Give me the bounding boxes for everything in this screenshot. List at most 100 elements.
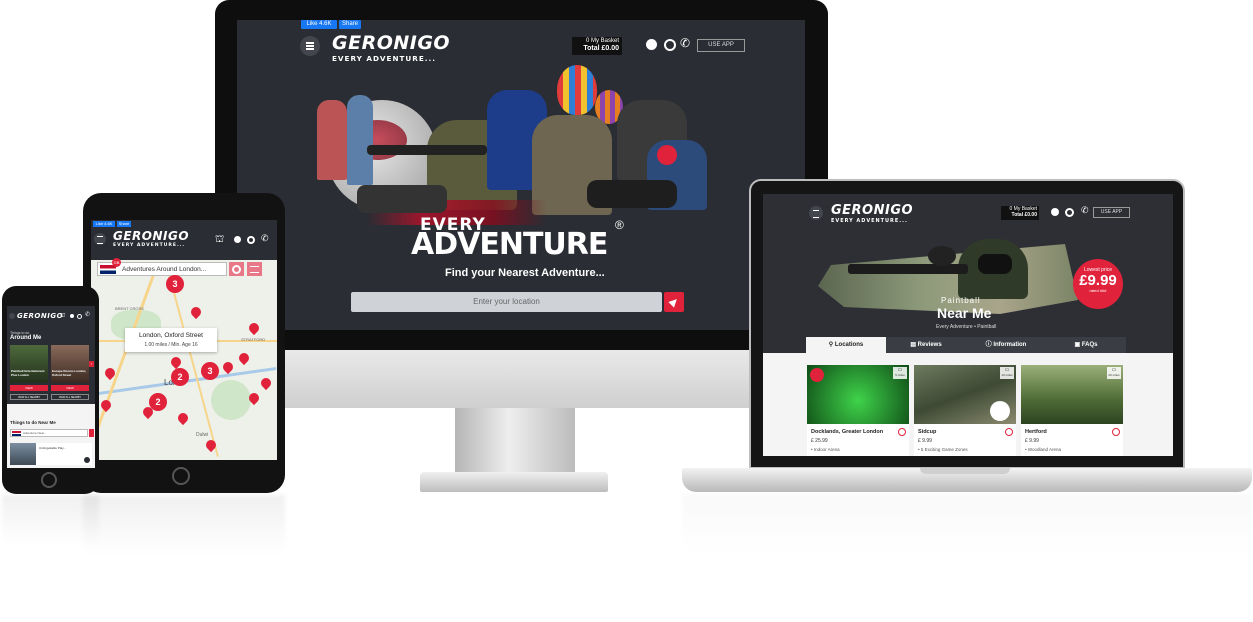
map-pin-icon[interactable]	[175, 410, 191, 426]
menu-button[interactable]	[9, 313, 15, 319]
location-card[interactable]: ▭ 5 miles Docklands, Greater London £ 25.…	[807, 365, 909, 456]
search-value: Adventures Around London...	[122, 266, 207, 273]
geronigo-logo[interactable]: GERONIGO EVERY ADVENTURE...	[113, 229, 189, 248]
phone-icon[interactable]: ✆	[261, 233, 269, 244]
facebook-like-button[interactable]: Like 4.6K	[93, 221, 115, 227]
registered-mark: ®	[615, 218, 624, 232]
map-pin-icon[interactable]	[236, 350, 252, 366]
chat-icon[interactable]	[84, 457, 90, 463]
distance-text: 5 miles	[895, 373, 905, 377]
carousel-next-button[interactable]: ›	[89, 361, 94, 367]
basket-total: Total £0.00	[1011, 212, 1037, 218]
crosshair-icon	[232, 265, 241, 274]
card-price: £ 25.99	[811, 438, 828, 444]
map-pin-icon[interactable]	[246, 320, 262, 336]
menu-button[interactable]	[300, 36, 320, 56]
tab-locations[interactable]: ⚲ Locations	[806, 337, 886, 353]
geronigo-logo[interactable]: GERONIGO EVERY ADVENTURE...	[332, 32, 450, 63]
search-icon[interactable]	[1065, 208, 1074, 217]
feature-text: 5 Exciting Game Zones	[920, 447, 968, 452]
view-all-nearby-button[interactable]: VIEW ALL NEARBY	[10, 394, 48, 400]
map-cluster[interactable]: 3	[166, 275, 184, 293]
account-icon[interactable]	[1051, 208, 1059, 216]
target-location-button[interactable]	[229, 262, 244, 276]
view-button[interactable]: VIEW	[51, 385, 89, 391]
adventure-search-input[interactable]: GB Adventures Around London...	[97, 258, 227, 276]
location-search-placeholder: Enter your location	[473, 297, 540, 306]
flag-badge: GB	[112, 258, 121, 267]
map-pin-icon[interactable]	[98, 397, 114, 413]
uk-flag-icon	[12, 431, 21, 436]
activity-card[interactable]: Escape Rooms London, Oxford Street	[51, 345, 89, 383]
map-cluster[interactable]: 2	[149, 393, 167, 411]
facebook-share-button[interactable]: Share	[339, 20, 361, 29]
map-pin-icon[interactable]	[258, 375, 274, 391]
popup-title: London, Oxford Street	[139, 332, 203, 339]
view-button[interactable]: VIEW	[10, 385, 48, 391]
basket-icon[interactable]: ⛫	[215, 234, 224, 247]
map-pin-icon[interactable]	[220, 359, 236, 375]
map-park	[211, 380, 251, 420]
category-label: Paintball	[941, 296, 981, 305]
phone-icon[interactable]: ✆	[85, 311, 90, 318]
map-cluster[interactable]: 2	[171, 368, 189, 386]
basket-button[interactable]: 0 My Basket Total £0.00	[572, 37, 622, 55]
tablet-header: Like 4.6K Share GERONIGO EVERY ADVENTURE…	[91, 220, 277, 260]
hamburger-icon	[813, 210, 819, 218]
tab-reviews[interactable]: ▤ Reviews	[886, 337, 966, 353]
hamburger-icon	[306, 42, 314, 50]
card-pin-icon[interactable]	[1112, 428, 1120, 436]
tablet-screen: Like 4.6K Share GERONIGO EVERY ADVENTURE…	[91, 220, 277, 460]
activity-list-item[interactable]: Unforgettable Play...	[10, 443, 92, 465]
logo-tagline: EVERY ADVENTURE...	[113, 243, 186, 248]
facebook-share-button[interactable]: Share	[117, 221, 131, 227]
activity-card[interactable]: Paintball Entertainment Plus London	[10, 345, 48, 383]
basket-icon[interactable]: ⛫	[60, 312, 66, 320]
geronigo-logo[interactable]: GERONIGO	[17, 312, 63, 320]
rating-badge-icon	[990, 401, 1010, 421]
use-app-button[interactable]: USE APP	[697, 39, 745, 52]
tab-information[interactable]: ⓘ Information	[966, 337, 1046, 353]
breadcrumb-item[interactable]: Paintball	[977, 324, 996, 330]
near-me-search-input[interactable]: Adventure Near...	[10, 429, 88, 437]
phone-home-button[interactable]	[41, 472, 57, 488]
phone-icon[interactable]: ✆	[1081, 205, 1089, 216]
tablet-home-button[interactable]	[172, 467, 190, 485]
account-icon[interactable]	[234, 236, 241, 243]
search-icon[interactable]	[247, 236, 255, 244]
badge-price: £9.99	[1079, 272, 1117, 289]
phone-icon[interactable]: ✆	[680, 36, 690, 50]
map-cluster[interactable]: 3	[201, 362, 219, 380]
map-view[interactable]: BRENT CROSS STRATFORD Lon Dulwi GB Adven…	[91, 258, 277, 460]
menu-button[interactable]	[94, 233, 106, 245]
map-pin-icon[interactable]	[188, 304, 204, 320]
card-title: Escape Rooms London, Oxford Street	[52, 369, 87, 377]
breadcrumb-item[interactable]: Every Adventure	[936, 324, 973, 330]
map-info-popup[interactable]: London, Oxford Street 1.00 miles / Min. …	[125, 328, 217, 352]
view-all-nearby-button[interactable]: VIEW ALL NEARBY	[51, 394, 89, 400]
lowest-price-badge: Lowest price £9.99 rated ###	[1073, 259, 1123, 309]
locate-button[interactable]	[664, 292, 684, 312]
account-icon[interactable]	[70, 314, 74, 318]
map-pin-icon[interactable]	[168, 354, 184, 370]
facebook-like-button[interactable]: Like 4.6K	[301, 20, 337, 29]
location-search-input[interactable]: Enter your location	[351, 292, 662, 312]
near-me-search-button[interactable]	[89, 429, 94, 437]
laptop-geronigo-logo[interactable]: GERONIGO EVERY ADVENTURE...	[831, 203, 913, 224]
card-price: £ 9.99	[918, 438, 932, 444]
chat-icon: ▣	[1074, 342, 1082, 348]
tab-faqs[interactable]: ▣ FAQs	[1046, 337, 1126, 353]
list-view-button[interactable]	[247, 262, 262, 276]
card-pin-icon[interactable]	[1005, 428, 1013, 436]
card-pin-icon[interactable]	[898, 428, 906, 436]
location-card[interactable]: ▭ 10 miles Sidcup £ 9.99 • 5 Exciting Gam…	[914, 365, 1016, 456]
desktop-screen: Like 4.6K Share GERONIGO EVERY ADVENTURE…	[237, 20, 805, 330]
laptop-basket-button[interactable]: 0 My Basket Total £0.00	[1001, 206, 1039, 220]
search-icon[interactable]	[77, 314, 82, 319]
location-card[interactable]: ▭ 20 miles Hertford £ 9.99 • Woodland Are…	[1021, 365, 1123, 456]
card-title: Hertford	[1025, 429, 1047, 435]
search-icon[interactable]	[664, 39, 676, 51]
laptop-menu-button[interactable]	[809, 206, 823, 220]
use-app-button[interactable]: USE APP	[1093, 207, 1130, 218]
account-icon[interactable]	[646, 39, 657, 50]
